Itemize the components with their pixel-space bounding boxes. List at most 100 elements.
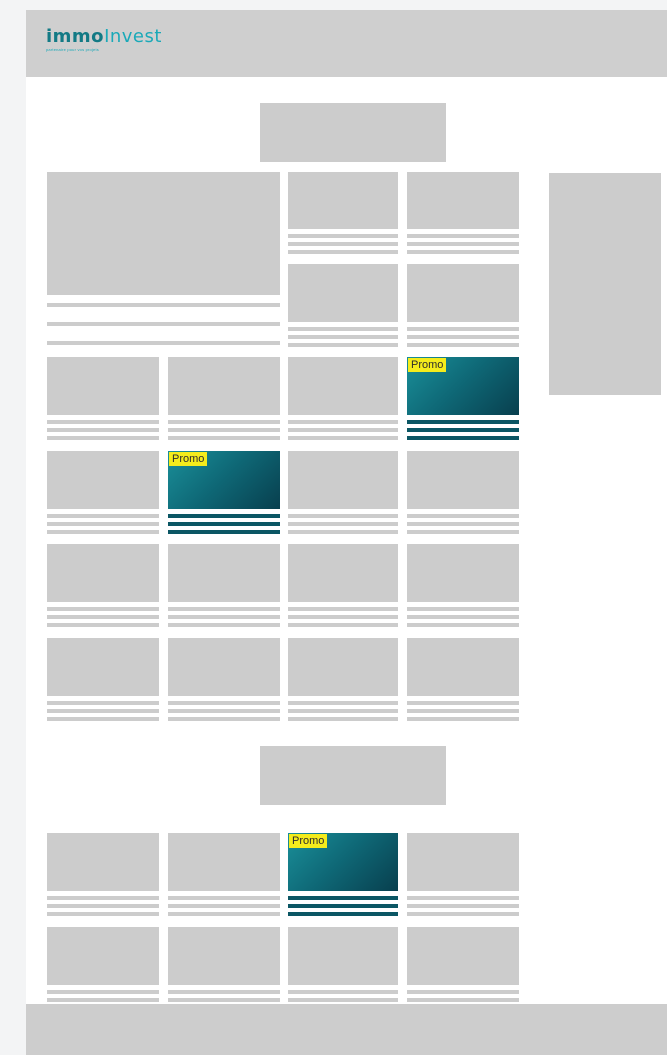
listing-tile-line	[47, 623, 159, 627]
listing-tile-line	[288, 234, 398, 238]
promo-tile-image: Promo	[168, 451, 280, 509]
featured-tile-image[interactable]	[47, 172, 280, 295]
listing-tile-image	[47, 638, 159, 696]
promo-tile-line	[407, 436, 519, 440]
listing-tile-line	[47, 998, 159, 1002]
listing-tile-line	[168, 701, 280, 705]
sidebar-ad-placeholder[interactable]	[549, 173, 661, 395]
listing-tile-line	[288, 436, 398, 440]
listing-tile-image	[288, 927, 398, 985]
listing-tile-image	[407, 544, 519, 602]
listing-tile-line	[407, 250, 519, 254]
listing-tile-image	[288, 638, 398, 696]
site-header: immoInvest partenaire pour vos projets	[26, 10, 667, 77]
listing-tile-image	[168, 927, 280, 985]
listing-tile-line	[288, 343, 398, 347]
promo-tile-line	[288, 896, 398, 900]
listing-tile-line	[168, 717, 280, 721]
listing-tile-line	[407, 904, 519, 908]
promo-tile-line	[288, 904, 398, 908]
listing-tile-line	[407, 234, 519, 238]
listing-tile-line	[407, 335, 519, 339]
promo-badge: Promo	[289, 834, 328, 848]
promo-tile-line	[407, 428, 519, 432]
listing-tile-line	[288, 522, 398, 526]
listing-tile-line	[407, 327, 519, 331]
listing-tile-image	[288, 451, 398, 509]
promo-tile-image: Promo	[288, 833, 398, 891]
listing-tile-image	[47, 451, 159, 509]
promo-badge: Promo	[169, 452, 208, 466]
listing-tile-line	[407, 623, 519, 627]
listing-tile-line	[407, 709, 519, 713]
logo-wordmark-light: Invest	[104, 26, 162, 47]
listing-tile-line	[168, 896, 280, 900]
listing-tile-line	[407, 514, 519, 518]
listing-tile-line	[407, 343, 519, 347]
listing-tile-image	[407, 833, 519, 891]
listing-tile-line	[407, 530, 519, 534]
listing-tile-line	[407, 242, 519, 246]
listing-tile-image	[47, 357, 159, 415]
listing-tile-line	[47, 896, 159, 900]
listing-tile-line	[288, 514, 398, 518]
featured-tile-caption-line	[47, 322, 280, 326]
listing-tile-line	[288, 242, 398, 246]
listing-tile-line	[47, 428, 159, 432]
listing-tile-line	[47, 990, 159, 994]
listing-tile-line	[47, 709, 159, 713]
listing-tile-line	[288, 420, 398, 424]
listing-tile-line	[407, 998, 519, 1002]
page: immoInvest partenaire pour vos projets P…	[26, 10, 667, 1055]
listing-tile-image	[168, 638, 280, 696]
listing-tile-line	[47, 436, 159, 440]
logo-wordmark: immoInvest	[46, 28, 162, 46]
listing-tile-line	[47, 701, 159, 705]
listing-tile-line	[47, 912, 159, 916]
listing-tile-line	[47, 717, 159, 721]
listing-tile-line	[288, 607, 398, 611]
listing-tile-line	[168, 436, 280, 440]
listing-tile-line	[288, 701, 398, 705]
listing-tile-line	[168, 615, 280, 619]
listing-tile-line	[288, 327, 398, 331]
listing-tile-line	[288, 250, 398, 254]
listing-tile-image	[407, 264, 519, 322]
listing-tile-image	[407, 172, 519, 229]
promo-tile-line	[407, 420, 519, 424]
listing-tile-image	[407, 638, 519, 696]
listing-tile-image	[168, 544, 280, 602]
listing-tile-line	[407, 912, 519, 916]
promo-tile-line	[288, 912, 398, 916]
promo-tile-line	[168, 530, 280, 534]
listing-tile-line	[288, 335, 398, 339]
listing-tile-line	[47, 904, 159, 908]
listing-tile-line	[288, 990, 398, 994]
listing-tile-image	[407, 451, 519, 509]
promo-tile-image: Promo	[407, 357, 519, 415]
immoinvest-logo[interactable]: immoInvest partenaire pour vos projets	[46, 28, 162, 53]
listing-tile-image	[168, 833, 280, 891]
listing-tile-image	[168, 357, 280, 415]
listing-tile-line	[168, 912, 280, 916]
listing-tile-image	[288, 544, 398, 602]
listing-tile-line	[407, 615, 519, 619]
section-title-placeholder	[260, 103, 446, 162]
listing-tile-image	[288, 172, 398, 229]
listing-tile-line	[47, 522, 159, 526]
featured-tile-caption-line	[47, 341, 280, 345]
promo-badge: Promo	[408, 358, 447, 372]
listing-tile-line	[168, 428, 280, 432]
logo-wordmark-bold: immo	[46, 26, 105, 47]
listing-tile-image	[47, 833, 159, 891]
listing-tile-line	[47, 615, 159, 619]
listing-tile-image	[407, 927, 519, 985]
listing-tile-line	[168, 420, 280, 424]
listing-tile-line	[288, 615, 398, 619]
promo-tile-line	[168, 522, 280, 526]
listing-tile-line	[168, 998, 280, 1002]
listing-tile-line	[288, 530, 398, 534]
listing-tile-line	[168, 607, 280, 611]
listing-tile-line	[168, 709, 280, 713]
listing-tile-line	[288, 428, 398, 432]
